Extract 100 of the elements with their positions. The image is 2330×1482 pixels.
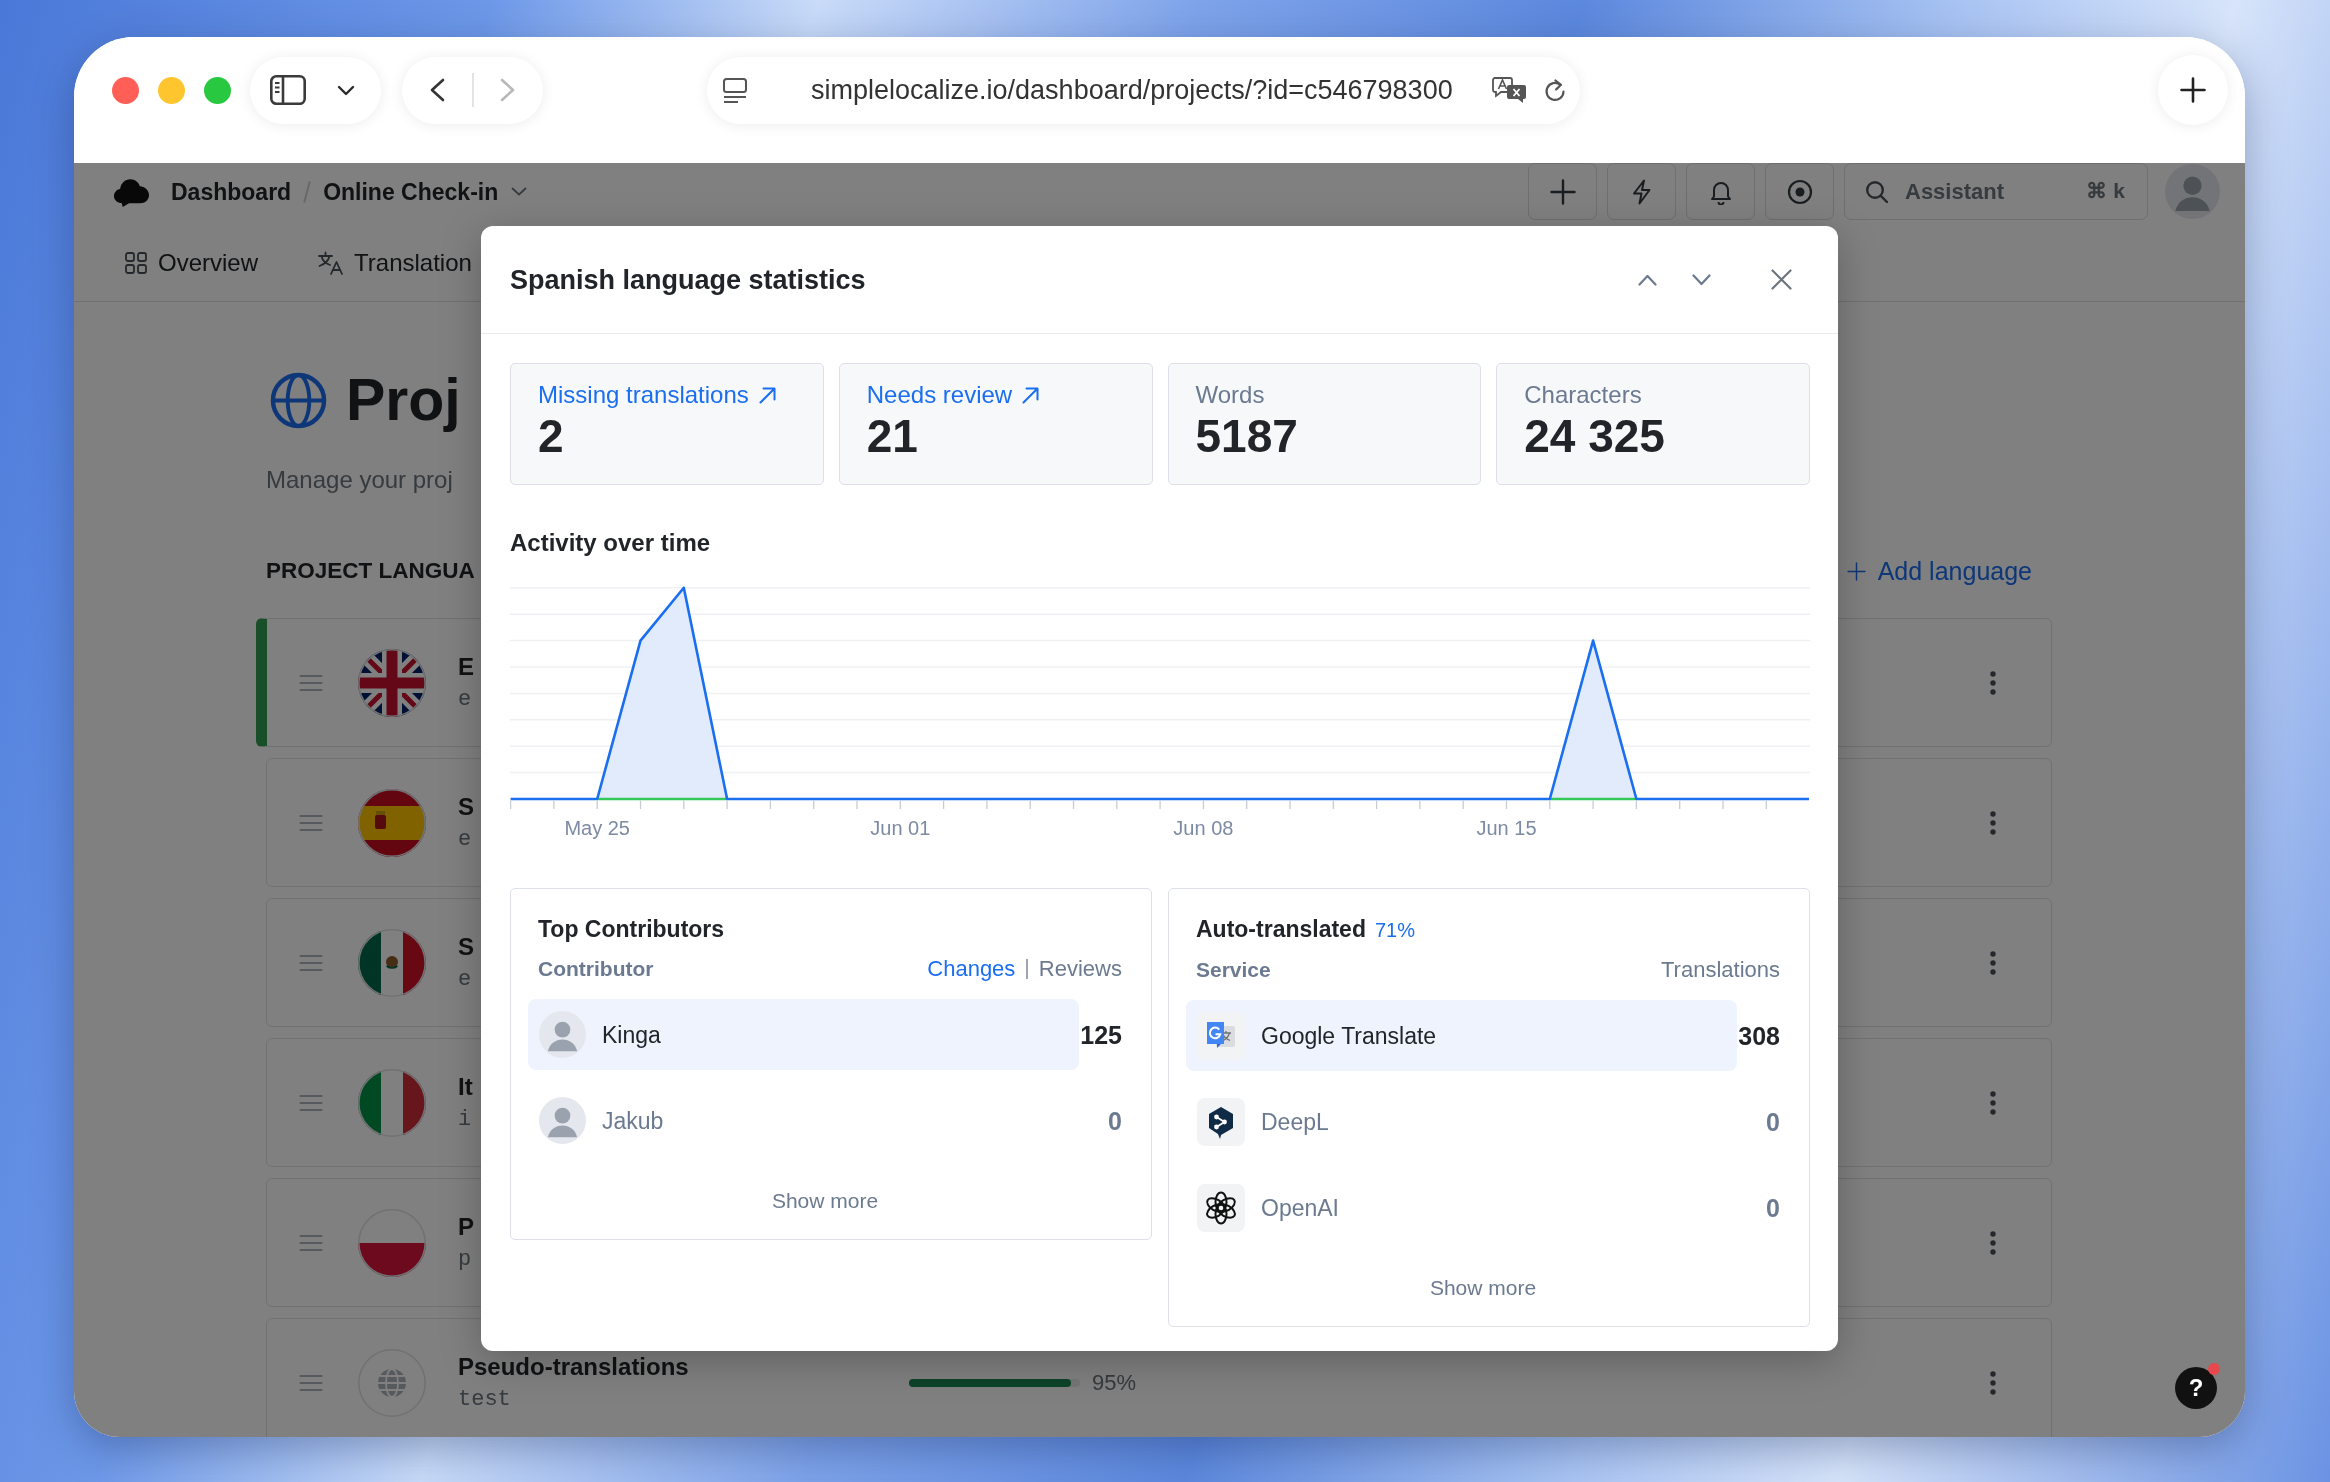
kebab-menu-icon[interactable] [1990, 950, 1996, 975]
dialog-title: Spanish language statistics [510, 263, 866, 297]
contribution-count: 0 [1108, 1105, 1122, 1136]
stat-value: 24 325 [1524, 410, 1665, 462]
column-header: Translations [1661, 958, 1780, 982]
arrow-up-right-icon [1022, 386, 1040, 404]
kebab-menu-icon[interactable] [1990, 810, 1996, 835]
drag-handle-icon[interactable] [299, 1093, 323, 1112]
stat-link[interactable]: Missing translations [538, 380, 776, 410]
drag-handle-icon[interactable] [299, 673, 323, 692]
drag-handle-icon[interactable] [299, 953, 323, 972]
stat-value: 5187 [1195, 410, 1298, 462]
axis-label: Jun 15 [1476, 817, 1537, 839]
auto-translated-share: 71% [1374, 918, 1415, 943]
circle-dot-button[interactable] [1765, 163, 1834, 220]
contributor-name: Jakub [602, 1106, 664, 1136]
contribution-count: 125 [1080, 1019, 1122, 1050]
globe-icon [270, 372, 327, 429]
translate-icon [318, 250, 344, 275]
poland-flag-icon [358, 1208, 426, 1277]
avatar-icon [539, 1011, 586, 1058]
progress-reading: 95% [1092, 1368, 1137, 1397]
language-name: P [458, 1211, 474, 1242]
chart-title: Activity over time [510, 529, 711, 556]
avatar-icon [539, 1097, 586, 1144]
contributor-name: Kinga [602, 1020, 661, 1050]
nav-tab[interactable]: Translation [318, 247, 472, 278]
show-more-button[interactable]: Show more [771, 1187, 879, 1215]
language-name: It [458, 1071, 473, 1102]
kebab-menu-icon[interactable] [1990, 670, 1996, 695]
shortcut-hint: ⌘ k [2086, 178, 2125, 204]
reload-icon[interactable] [1543, 78, 1566, 102]
notifications-button[interactable] [1686, 163, 1755, 220]
deepl-icon [1197, 1097, 1245, 1146]
chevron-down-icon[interactable] [337, 84, 355, 96]
page-icon[interactable] [723, 77, 747, 103]
column-tab[interactable]: Reviews [1038, 957, 1122, 981]
column-header: Contributor [538, 957, 654, 981]
sidebar-icon[interactable] [270, 75, 306, 105]
translation-count: 308 [1738, 1020, 1780, 1051]
drag-handle-icon[interactable] [299, 1233, 323, 1252]
lightning-button[interactable] [1607, 163, 1676, 220]
plus-icon [1549, 178, 1576, 205]
drag-handle-icon[interactable] [299, 1373, 323, 1392]
italy-flag-icon [358, 1068, 426, 1137]
axis-label: Jun 01 [870, 817, 931, 839]
window-zoom-icon[interactable] [204, 76, 231, 104]
language-name: S [458, 791, 474, 822]
stat-value: 21 [866, 410, 918, 462]
language-code: p [458, 1245, 472, 1274]
language-code: e [458, 825, 472, 854]
chevron-up-icon[interactable] [1638, 273, 1657, 286]
translation-count: 0 [1766, 1192, 1780, 1223]
language-name: Pseudo-translations [458, 1351, 689, 1382]
language-code: i [458, 1105, 472, 1134]
window-close-icon[interactable] [112, 76, 139, 104]
axis-label: May 25 [564, 817, 630, 839]
kebab-menu-icon[interactable] [1990, 1370, 1996, 1395]
back-icon[interactable] [429, 78, 445, 102]
stat-label: Characters [1524, 380, 1642, 410]
avatar-icon[interactable] [2165, 164, 2220, 219]
grid-icon [125, 251, 147, 274]
stat-label: Words [1195, 380, 1265, 410]
circle-dot-icon [1786, 178, 1813, 205]
panel-title: Auto-translated [1196, 915, 1366, 944]
page-subtitle: Manage your proj [266, 465, 453, 495]
translation-count: 0 [1766, 1106, 1780, 1137]
breadcrumb-link[interactable]: Online Check-in [323, 176, 499, 207]
breadcrumb-link[interactable]: Dashboard [171, 176, 292, 207]
search-icon [1865, 180, 1888, 203]
openai-icon [1197, 1183, 1245, 1232]
google-translate-icon [1197, 1011, 1245, 1060]
close-icon[interactable] [1771, 269, 1792, 290]
nav-tab[interactable]: Overview [125, 247, 259, 278]
axis-label: Jun 08 [1173, 817, 1234, 839]
column-tab[interactable]: Changes [927, 957, 1016, 981]
language-name: S [458, 931, 474, 962]
add-button[interactable] [1528, 163, 1597, 220]
address-bar[interactable]: simplelocalize.io/dashboard/projects/?id=c546798300 [707, 56, 1580, 124]
section-title: PROJECT LANGUA [266, 557, 475, 585]
column-header: Service [1196, 958, 1271, 982]
service-name: DeepL [1261, 1107, 1329, 1137]
plus-icon [2180, 77, 2206, 103]
page-title: Proj [346, 371, 461, 430]
plus-icon [1846, 561, 1866, 581]
service-name: OpenAI [1261, 1193, 1339, 1223]
panel-title: Top Contributors [538, 915, 725, 944]
language-code: e [458, 965, 472, 994]
add-language-link[interactable]: Add language [1846, 556, 2032, 586]
stat-link[interactable]: Needs review [866, 380, 1040, 410]
drag-handle-icon[interactable] [299, 813, 323, 832]
translate-icon[interactable] [1492, 76, 1527, 104]
url-text[interactable]: simplelocalize.io/dashboard/projects/?id=c546798300 [811, 69, 1453, 111]
show-more-button[interactable]: Show more [1429, 1274, 1537, 1302]
kebab-menu-icon[interactable] [1990, 1090, 1996, 1115]
arrow-up-right-icon [758, 386, 776, 404]
language-name: E [458, 651, 474, 682]
mexico-flag-icon [358, 928, 426, 997]
service-name: Google Translate [1261, 1021, 1437, 1051]
kebab-menu-icon[interactable] [1990, 1230, 1996, 1255]
